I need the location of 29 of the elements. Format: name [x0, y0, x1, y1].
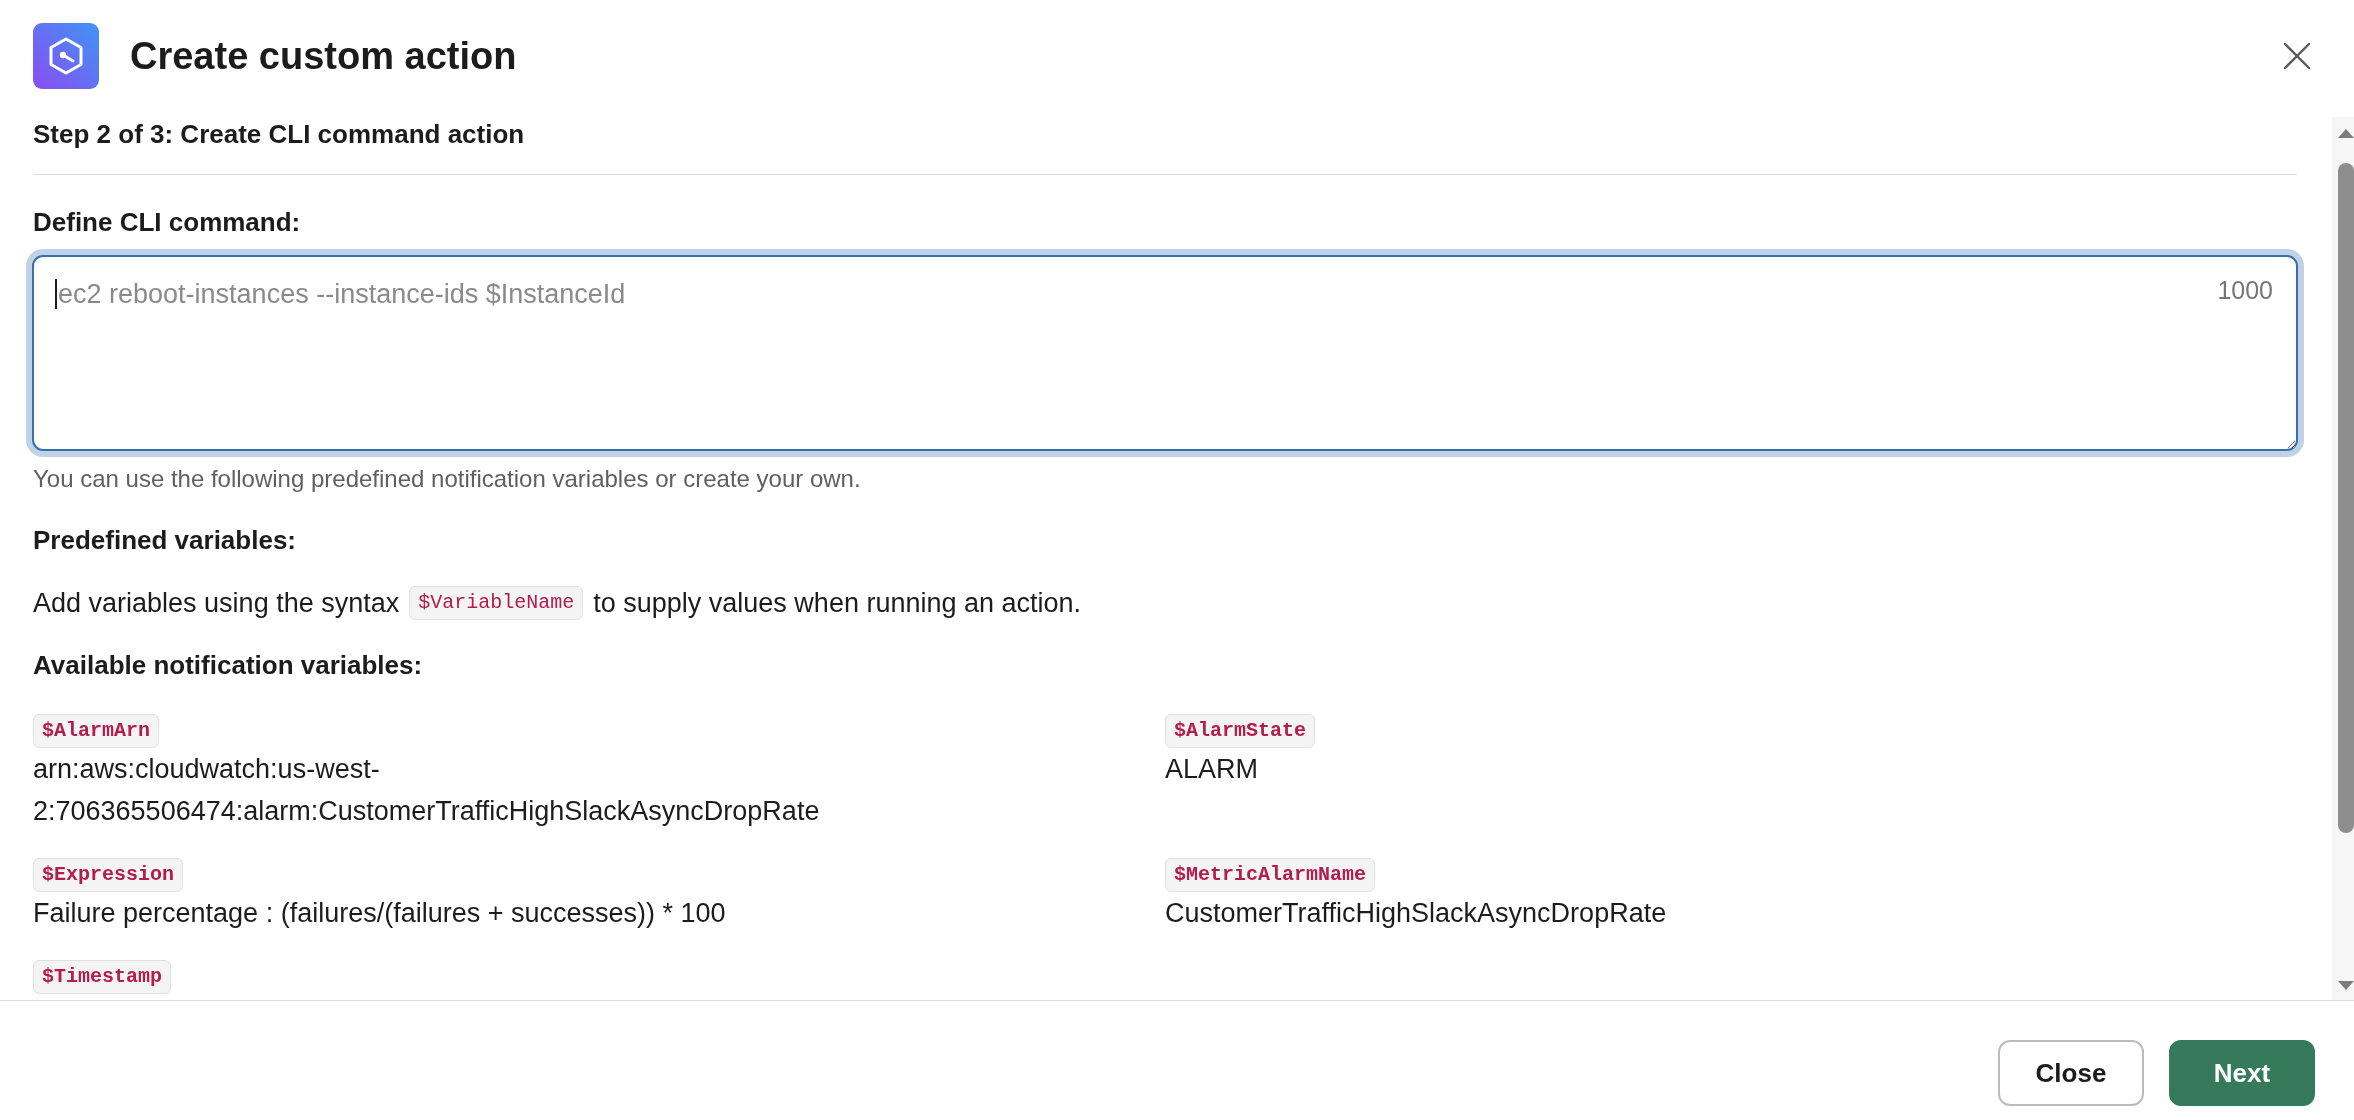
variable-name: $MetricAlarmName [1165, 858, 1376, 892]
variable-syntax-code: $VariableName [409, 586, 584, 620]
scrollbar-track[interactable] [2332, 117, 2354, 1000]
scroll-up-arrow-icon[interactable] [2338, 129, 2354, 138]
variable-value: ALARM [1165, 753, 1259, 786]
syntax-text: Add variables using the syntax [33, 587, 400, 620]
variable-name: $AlarmState [1165, 714, 1316, 748]
field-label: Define CLI command: [33, 206, 302, 238]
close-icon [2284, 42, 2310, 69]
character-count: 1000 [2217, 275, 2273, 306]
scrollbar-thumb[interactable] [2338, 163, 2354, 833]
syntax-text: to supply values when running an action. [593, 587, 1082, 620]
variable-value: CustomerTrafficHighSlackAsyncDropRate [1165, 897, 1667, 930]
variable-value: arn:aws:cloudwatch:us-west-2:706365506474:alarm:CustomerTrafficHighSlackAsyncDropRate [33, 753, 821, 828]
variable-name: $Timestamp [33, 960, 172, 994]
command-field[interactable]: ec2 reboot-instances --instance-ids $InstanceId 1000 [26, 249, 2304, 457]
variable-name: $Expression [33, 858, 184, 892]
app-logo-icon [33, 22, 99, 89]
section-heading: Predefined variables: [33, 524, 297, 556]
variable-name: $AlarmArn [33, 714, 160, 748]
close-button[interactable]: Close [1998, 1040, 2144, 1106]
next-button[interactable]: Next [2169, 1040, 2315, 1106]
text-cursor-icon [55, 279, 57, 309]
variable-value: Failure percentage : (failures/(failures + successes)) * 100 [33, 897, 726, 930]
helper-text: You can use the following predefined notification variables or create your own. [33, 464, 862, 494]
section-heading: Available notification variables: [33, 649, 424, 681]
dialog-title: Create custom action [130, 33, 518, 79]
step-heading: Step 2 of 3: Create CLI command action [33, 118, 526, 150]
scroll-down-arrow-icon[interactable] [2338, 981, 2354, 990]
